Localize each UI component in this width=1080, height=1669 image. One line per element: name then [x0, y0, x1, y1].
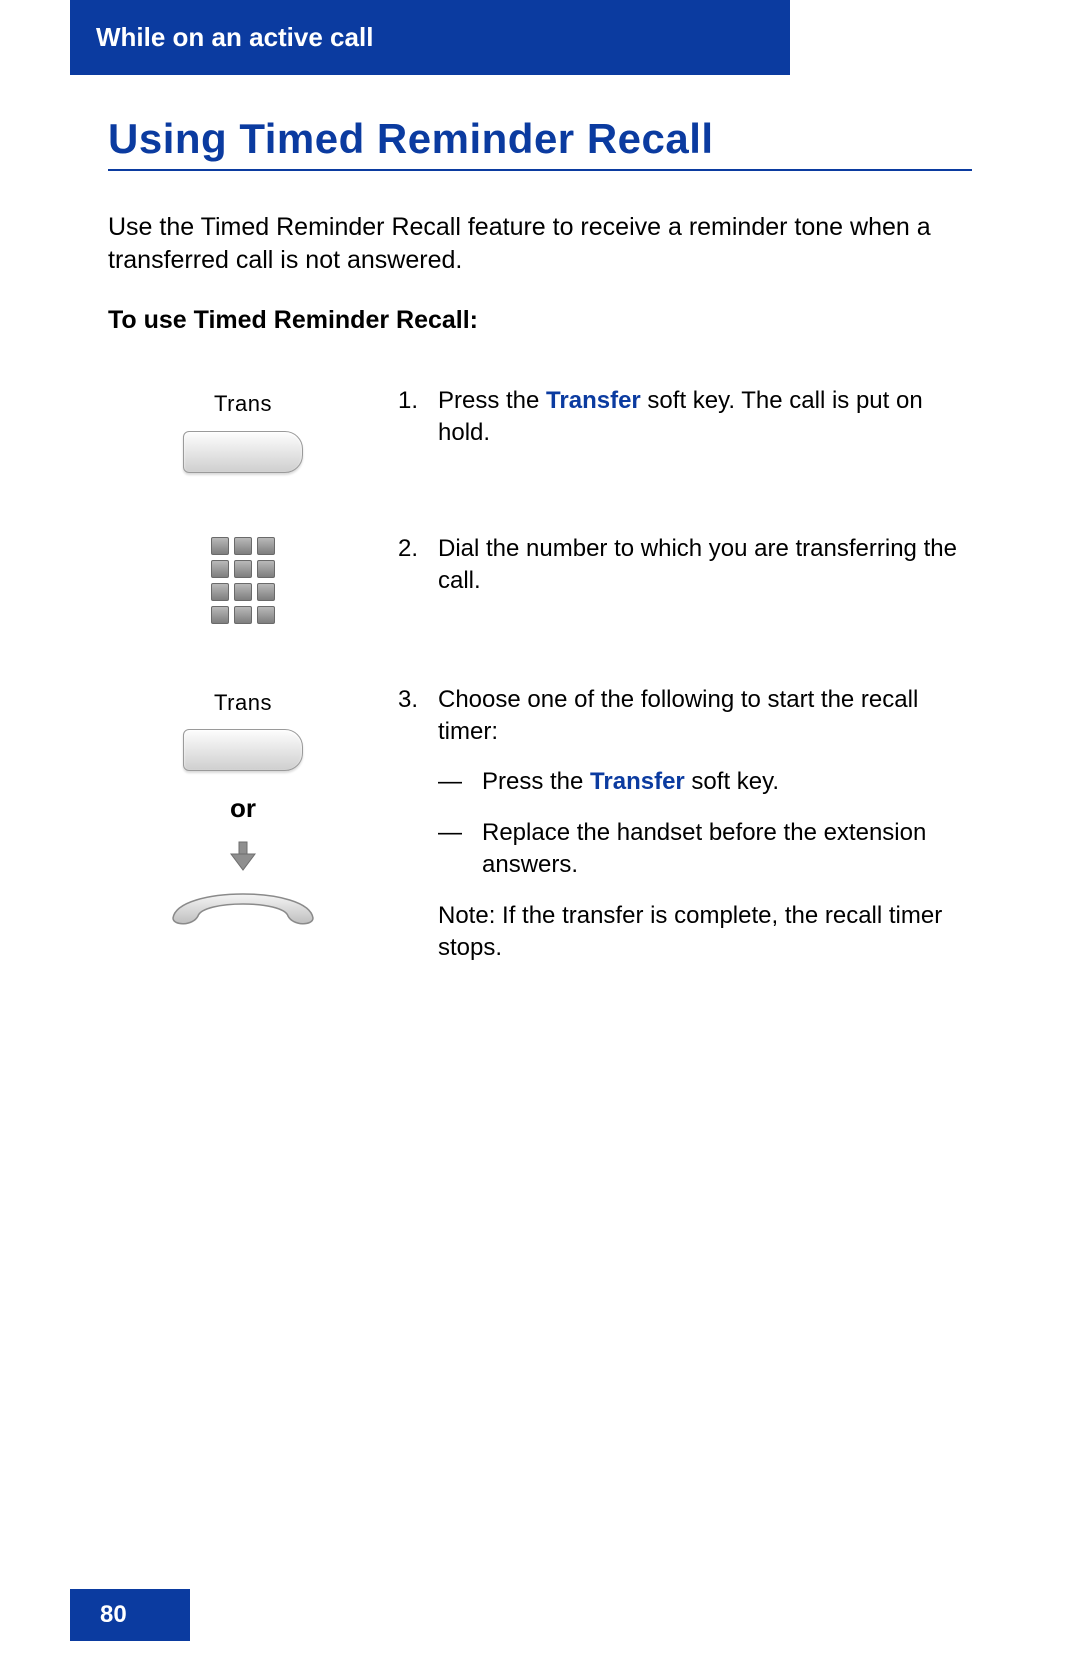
- transfer-softkey-icon: [183, 729, 303, 771]
- opt1-pre: Press the: [482, 768, 590, 795]
- transfer-keyword: Transfer: [590, 768, 685, 795]
- softkey-label: Trans: [214, 688, 272, 718]
- step2-body: Dial the number to which you are transfe…: [438, 533, 962, 598]
- section-header: While on an active call: [70, 0, 790, 75]
- intro-paragraph: Use the Timed Reminder Recall feature to…: [108, 211, 972, 276]
- or-label: or: [230, 791, 256, 826]
- option2-text: Replace the handset before the extension…: [482, 817, 962, 882]
- keypad-key: [257, 583, 275, 601]
- keypad-key: [234, 560, 252, 578]
- step3-options: — Press the Transfer soft key. — Replace…: [438, 766, 962, 881]
- keypad-key: [211, 583, 229, 601]
- dash-bullet: —: [438, 766, 482, 798]
- step3-intro: Choose one of the following to start the…: [438, 684, 962, 749]
- page-title: Using Timed Reminder Recall: [108, 115, 972, 163]
- step1-body: Press the Transfer soft key. The call is…: [438, 385, 962, 450]
- step2-number: 2.: [398, 533, 438, 598]
- keypad-key: [234, 606, 252, 624]
- section-title: While on an active call: [96, 22, 373, 52]
- step1-text: 1. Press the Transfer soft key. The call…: [398, 385, 972, 473]
- keypad-key: [211, 537, 229, 555]
- procedure-subheading: To use Timed Reminder Recall:: [108, 306, 972, 335]
- step3-note: Note: If the transfer is complete, the r…: [438, 900, 962, 965]
- step3-icon-cell: Trans or: [108, 684, 378, 965]
- keypad-key: [234, 537, 252, 555]
- title-divider: [108, 169, 972, 171]
- option1-text: Press the Transfer soft key.: [482, 766, 779, 798]
- hangup-icon: [163, 840, 323, 928]
- step3-number: 3.: [398, 684, 438, 965]
- steps-grid: Trans 1. Press the Transfer soft key. Th…: [108, 385, 972, 964]
- step1-icon-cell: Trans: [108, 385, 378, 473]
- transfer-keyword: Transfer: [546, 387, 641, 414]
- keypad-key: [257, 606, 275, 624]
- step3-option1: — Press the Transfer soft key.: [438, 766, 962, 798]
- step2-icon-cell: [108, 533, 378, 624]
- page-content: Using Timed Reminder Recall Use the Time…: [0, 75, 1080, 964]
- page-number: 80: [100, 1601, 127, 1628]
- transfer-softkey-icon: [183, 431, 303, 473]
- keypad-key: [234, 583, 252, 601]
- handset-icon: [163, 878, 323, 928]
- keypad-key: [211, 560, 229, 578]
- step2-text: 2. Dial the number to which you are tran…: [398, 533, 972, 624]
- opt1-post: soft key.: [685, 768, 779, 795]
- softkey-label: Trans: [214, 389, 272, 419]
- page-number-footer: 80: [70, 1589, 190, 1641]
- keypad-key: [257, 537, 275, 555]
- step1-pre: Press the: [438, 387, 546, 414]
- keypad-icon: [211, 537, 275, 624]
- step1-number: 1.: [398, 385, 438, 450]
- step3-text: 3. Choose one of the following to start …: [398, 684, 972, 965]
- keypad-key: [257, 560, 275, 578]
- dash-bullet: —: [438, 817, 482, 882]
- step3-option2: — Replace the handset before the extensi…: [438, 817, 962, 882]
- keypad-key: [211, 606, 229, 624]
- step3-body: Choose one of the following to start the…: [438, 684, 962, 965]
- down-arrow-icon: [223, 840, 263, 874]
